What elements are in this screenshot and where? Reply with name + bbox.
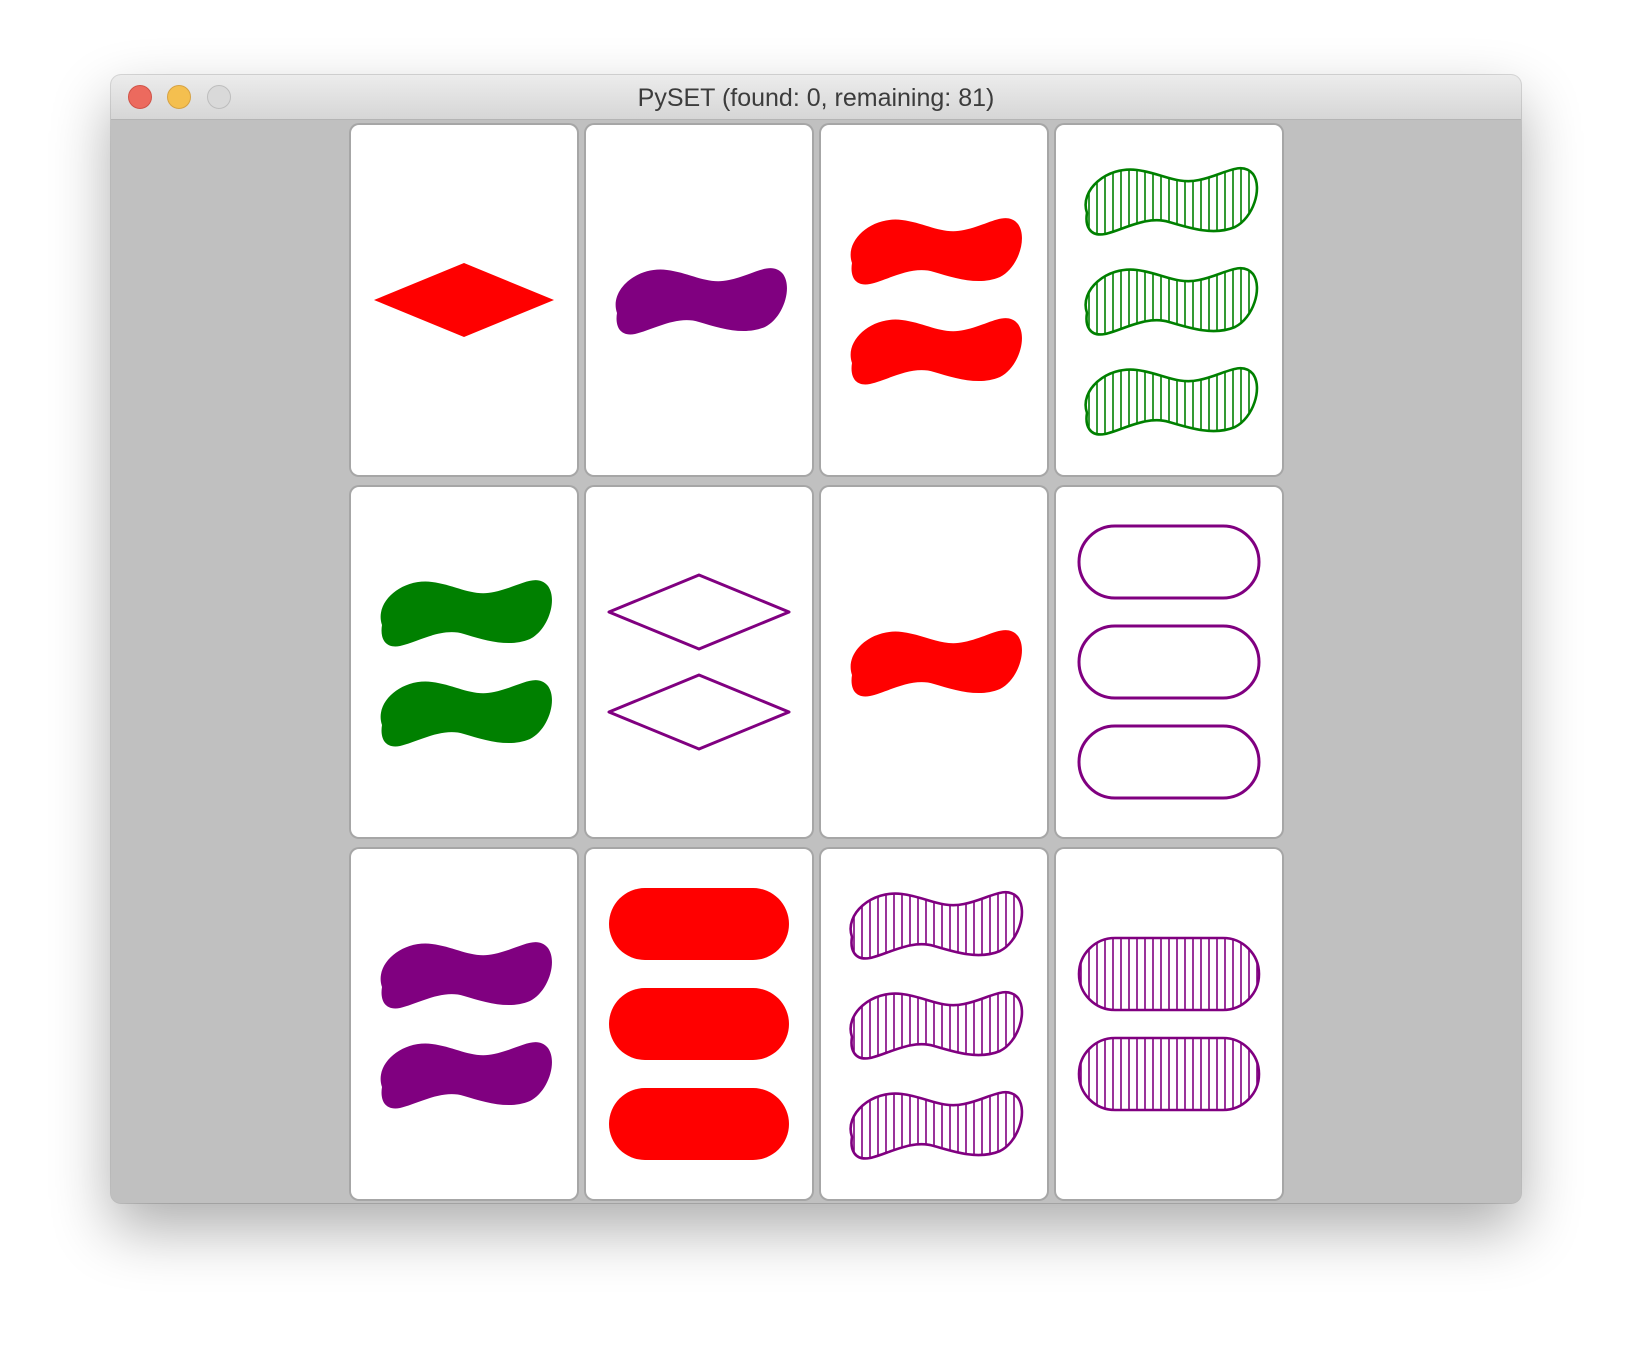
- diamond-symbol: [607, 573, 791, 651]
- set-card[interactable]: [586, 125, 812, 475]
- set-card[interactable]: [1056, 125, 1282, 475]
- set-card[interactable]: [351, 125, 577, 475]
- squiggle-symbol: [380, 680, 552, 747]
- oval-symbol: [1077, 724, 1261, 800]
- oval-symbol: [609, 988, 789, 1060]
- oval-symbol: [1077, 624, 1261, 700]
- squiggle-symbol: [849, 1090, 1024, 1160]
- card-symbols: [609, 888, 789, 1160]
- game-window: PySET (found: 0, remaining: 81): [111, 75, 1521, 1203]
- oval-symbol: [609, 1088, 789, 1160]
- squiggle-symbol: [849, 990, 1024, 1060]
- diamond-symbol: [374, 263, 554, 337]
- squiggle-symbol: [615, 268, 787, 335]
- card-symbols: [850, 218, 1022, 385]
- card-symbols: [1077, 936, 1261, 1112]
- set-card[interactable]: [1056, 487, 1282, 837]
- card-board: [351, 125, 1282, 1203]
- squiggle-symbol: [849, 890, 1024, 960]
- oval-symbol: [1077, 524, 1261, 600]
- card-symbols: [1077, 524, 1261, 800]
- set-card[interactable]: [1056, 849, 1282, 1199]
- squiggle-symbol: [380, 580, 552, 647]
- oval-symbol: [609, 888, 789, 960]
- squiggle-symbol: [850, 630, 1022, 697]
- card-symbols: [849, 890, 1024, 1160]
- squiggle-symbol: [380, 942, 552, 1009]
- card-symbols: [607, 573, 791, 751]
- set-card[interactable]: [821, 849, 1047, 1199]
- oval-symbol: [1077, 1036, 1261, 1112]
- squiggle-symbol: [850, 218, 1022, 285]
- squiggle-symbol: [1084, 366, 1259, 436]
- set-card[interactable]: [351, 487, 577, 837]
- squiggle-symbol: [380, 1042, 552, 1109]
- card-symbols: [615, 268, 787, 335]
- oval-symbol: [1077, 936, 1261, 1012]
- card-symbols: [374, 263, 554, 337]
- set-card[interactable]: [821, 125, 1047, 475]
- set-card[interactable]: [821, 487, 1047, 837]
- set-card[interactable]: [351, 849, 577, 1199]
- set-card[interactable]: [586, 487, 812, 837]
- card-symbols: [1084, 166, 1259, 436]
- card-symbols: [380, 942, 552, 1109]
- squiggle-symbol: [850, 318, 1022, 385]
- card-symbols: [380, 580, 552, 747]
- window-title: PySET (found: 0, remaining: 81): [637, 84, 995, 112]
- squiggle-symbol: [1084, 166, 1259, 236]
- card-symbols: [850, 630, 1022, 697]
- diamond-symbol: [607, 673, 791, 751]
- squiggle-symbol: [1084, 266, 1259, 336]
- title-bar[interactable]: PySET (found: 0, remaining: 81): [111, 75, 1521, 120]
- set-card[interactable]: [586, 849, 812, 1199]
- game-area: [111, 120, 1521, 1203]
